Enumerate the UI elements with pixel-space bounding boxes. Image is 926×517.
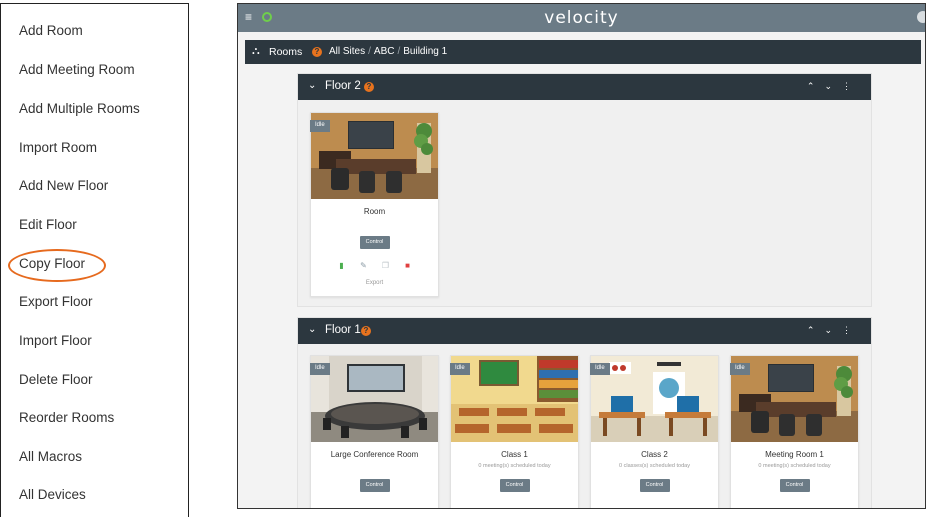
breadcrumb-abc[interactable]: ABC — [374, 46, 395, 57]
status-badge: Idle — [310, 363, 330, 375]
room-card[interactable]: Idle Room Control ▮ ✎ ❐ ■ Export — [310, 112, 439, 297]
breadcrumb-all-sites[interactable]: All Sites — [329, 46, 365, 57]
control-button[interactable]: Control — [639, 479, 670, 492]
section-title: Rooms — [269, 46, 303, 58]
help-icon[interactable]: ? — [361, 326, 371, 336]
room-image — [451, 356, 578, 442]
status-badge: Idle — [310, 120, 330, 132]
chevron-down-icon[interactable]: ⌄ — [824, 325, 842, 335]
control-button[interactable]: Control — [359, 479, 390, 492]
chevron-up-icon[interactable]: ⌃ — [807, 81, 825, 91]
menu-item-add-new-floor[interactable]: Add New Floor — [19, 178, 108, 193]
menu-item-export-floor[interactable]: Export Floor — [19, 294, 93, 309]
chevron-down-icon[interactable]: ⌄ — [308, 324, 316, 335]
status-badge: Idle — [730, 363, 750, 375]
floor-header: ⌄ Floor 1 ? ⌃⌄⋮ — [298, 318, 871, 344]
breadcrumb-building-1: Building 1 — [403, 46, 448, 57]
top-bar: ≡ velocity — [238, 4, 925, 32]
delete-icon[interactable]: ■ — [397, 261, 419, 270]
menu-item-copy-floor[interactable]: Copy Floor — [19, 256, 85, 271]
chevron-down-icon[interactable]: ⌄ — [308, 80, 316, 91]
room-image — [591, 356, 718, 442]
floor-controls: ⌃⌄⋮ — [807, 81, 861, 92]
floor-header: ⌄ Floor 2 ? ⌃⌄⋮ — [298, 74, 871, 100]
export-link[interactable]: Export — [311, 280, 438, 286]
menu-item-reorder-rooms[interactable]: Reorder Rooms — [19, 410, 114, 425]
room-card[interactable]: Idle Large Conference Room Control — [310, 355, 439, 508]
room-card[interactable]: Idle Class 2 0 classes(s) scheduled toda… — [590, 355, 719, 508]
card-actions: ▮ ✎ ❐ ■ — [311, 261, 438, 270]
room-image — [311, 113, 438, 199]
copy-icon[interactable]: ❐ — [375, 261, 397, 270]
edit-icon[interactable]: ✎ — [353, 261, 375, 270]
chevron-down-icon[interactable]: ⌄ — [824, 81, 842, 91]
app-window: ≡ velocity ⛬ Rooms ? All Sites / ABC / Build… — [237, 3, 926, 509]
status-badge: Idle — [590, 363, 610, 375]
status-badge: Idle — [450, 363, 470, 375]
room-name: Class 1 — [501, 450, 528, 459]
floor-title: Floor 1 — [325, 324, 361, 336]
menu-item-edit-floor[interactable]: Edit Floor — [19, 217, 77, 232]
context-menu: Add Room Add Meeting Room Add Multiple R… — [0, 3, 189, 517]
room-name: Large Conference Room — [330, 450, 419, 459]
room-image — [731, 356, 858, 442]
room-name: Class 2 — [641, 450, 668, 459]
control-button[interactable]: Control — [499, 479, 530, 492]
more-vertical-icon[interactable]: ⋮ — [842, 81, 861, 91]
room-image — [311, 356, 438, 442]
floor-panel: ⌄ Floor 2 ? ⌃⌄⋮ Idle Room Control ▮ ✎ ❐ … — [297, 73, 872, 307]
floor-title: Floor 2 — [325, 80, 361, 92]
power-icon[interactable]: ▮ — [331, 261, 353, 270]
room-card[interactable]: Idle Class 1 0 meeting(s) scheduled toda… — [450, 355, 579, 508]
schedule-text: 0 meeting(s) scheduled today — [478, 463, 551, 469]
breadcrumb-bar: ⛬ Rooms ? All Sites / ABC / Building 1 — [245, 40, 921, 64]
control-button[interactable]: Control — [779, 479, 810, 492]
floor-controls: ⌃⌄⋮ — [807, 325, 861, 336]
floor-panel: ⌄ Floor 1 ? ⌃⌄⋮ Idle Large Conference Ro… — [297, 317, 872, 508]
control-button[interactable]: Control — [359, 236, 390, 249]
help-icon[interactable]: ? — [312, 47, 322, 57]
menu-item-add-meeting-room[interactable]: Add Meeting Room — [19, 62, 135, 77]
schedule-text: 0 classes(s) scheduled today — [619, 463, 690, 469]
user-avatar-icon[interactable] — [917, 11, 925, 23]
room-name: Meeting Room 1 — [765, 450, 824, 459]
menu-item-all-macros[interactable]: All Macros — [19, 449, 82, 464]
more-vertical-icon[interactable]: ⋮ — [842, 325, 861, 335]
rooms-icon: ⛬ — [252, 45, 260, 57]
room-name: Room — [363, 207, 386, 216]
menu-item-import-floor[interactable]: Import Floor — [19, 333, 92, 348]
app-logo: velocity — [544, 8, 619, 28]
menu-item-add-multiple-rooms[interactable]: Add Multiple Rooms — [19, 101, 140, 116]
menu-item-add-room[interactable]: Add Room — [19, 23, 83, 38]
schedule-text: 0 meeting(s) scheduled today — [758, 463, 831, 469]
menu-item-all-devices[interactable]: All Devices — [19, 487, 86, 502]
menu-item-delete-floor[interactable]: Delete Floor — [19, 372, 93, 387]
menu-item-import-room[interactable]: Import Room — [19, 140, 97, 155]
help-icon[interactable]: ? — [364, 82, 374, 92]
room-card[interactable]: Idle Meeting Room 1 0 meeting(s) schedul… — [730, 355, 859, 508]
chevron-up-icon[interactable]: ⌃ — [807, 325, 825, 335]
breadcrumb: All Sites / ABC / Building 1 — [329, 46, 448, 57]
